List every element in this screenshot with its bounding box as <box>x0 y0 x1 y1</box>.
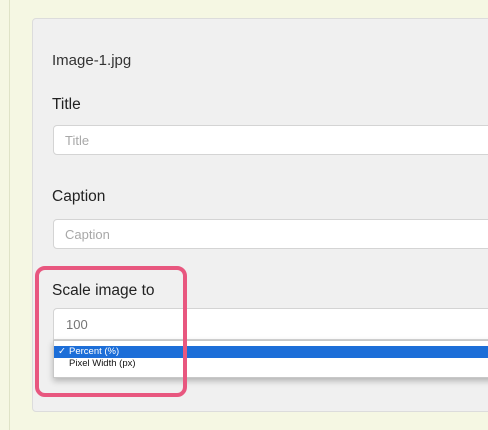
image-filename: Image-1.jpg <box>52 52 132 69</box>
caption-label: Caption <box>52 188 106 205</box>
checkmark-icon: ✓ <box>58 346 66 357</box>
scale-input[interactable] <box>53 308 488 340</box>
option-label: Pixel Width (px) <box>69 358 136 369</box>
option-label: Percent (%) <box>69 346 120 357</box>
title-input[interactable] <box>53 125 488 155</box>
dropdown-option-percent[interactable]: ✓ Percent (%) <box>54 346 488 358</box>
scale-label: Scale image to <box>52 282 155 299</box>
title-label: Title <box>52 96 81 113</box>
dropdown-option-pixel-width[interactable]: Pixel Width (px) <box>54 358 488 370</box>
caption-input[interactable] <box>53 219 488 249</box>
scale-unit-dropdown[interactable]: ✓ Percent (%) Pixel Width (px) <box>53 340 488 378</box>
page-divider <box>9 0 10 430</box>
